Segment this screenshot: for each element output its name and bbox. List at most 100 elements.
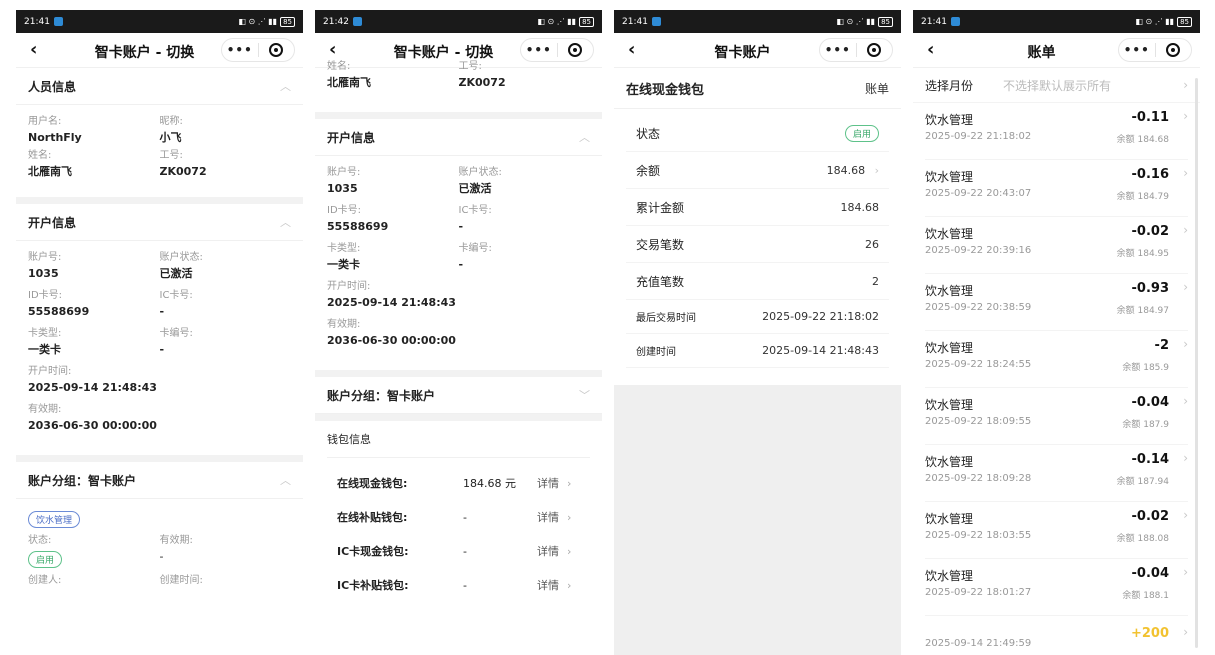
more-dots-icon[interactable]: ••• bbox=[222, 43, 258, 57]
bill-name: 饮水管理 bbox=[925, 227, 974, 241]
chevron-right-icon: › bbox=[1183, 280, 1188, 294]
section-account-group[interactable]: 账户分组：智卡账户 ﹀ bbox=[315, 377, 602, 414]
section-account-open-info[interactable]: 开户信息 ︿ bbox=[16, 204, 303, 241]
job-number-value: ZK0072 bbox=[458, 76, 506, 89]
status-time: 21:42 bbox=[323, 16, 349, 27]
close-target-button[interactable] bbox=[856, 43, 892, 57]
bill-balance: 余额 184.97 bbox=[1116, 306, 1169, 316]
field-label: ID卡号: bbox=[28, 290, 63, 301]
section-title: 账户分组：智卡账户 bbox=[28, 473, 137, 488]
stat-value: 2025-09-14 21:48:43 bbox=[762, 344, 879, 357]
close-target-button[interactable] bbox=[258, 43, 294, 57]
open-time-value: 2025-09-14 21:48:43 bbox=[327, 296, 456, 309]
bill-time: 2025-09-22 18:01:27 bbox=[925, 587, 1032, 598]
list-item[interactable]: 饮水管理 2025-09-22 18:24:55 -2 余额 185.9 › bbox=[925, 331, 1188, 388]
card-type-value: 一类卡 bbox=[28, 343, 61, 356]
close-target-button[interactable] bbox=[1155, 43, 1191, 57]
detail-link[interactable]: 详情 bbox=[537, 543, 559, 559]
list-item[interactable]: 饮水管理 2025-09-22 20:39:16 -0.02 余额 184.95 › bbox=[925, 217, 1188, 274]
more-dots-icon[interactable]: ••• bbox=[1119, 43, 1155, 57]
app-notification-icon bbox=[651, 17, 661, 26]
month-picker[interactable]: 选择月份 不选择默认展示所有 › bbox=[913, 68, 1200, 103]
chevron-up-icon: ︿ bbox=[280, 474, 291, 487]
field-label: 账户状态: bbox=[159, 252, 203, 263]
chevron-up-icon: ︿ bbox=[280, 216, 291, 229]
status-bar: 21:41 ◧ ⊙ ⋰ ▮▮ 85 bbox=[913, 10, 1200, 33]
field-label: 开户时间: bbox=[28, 366, 72, 377]
bill-amount: -0.93 bbox=[1131, 281, 1169, 296]
list-item[interactable]: 饮水管理 2025-09-22 18:09:55 -0.04 余额 187.9 › bbox=[925, 388, 1188, 445]
detail-link[interactable]: 详情 bbox=[537, 475, 559, 491]
wallet-value: - bbox=[463, 544, 467, 558]
mini-program-capsule: ••• bbox=[819, 38, 893, 62]
wallet-header: 在线现金钱包 账单 bbox=[614, 68, 901, 109]
bill-link[interactable]: 账单 bbox=[865, 80, 889, 97]
field-label: 账户状态: bbox=[458, 167, 502, 178]
bill-amount: -0.11 bbox=[1131, 110, 1169, 125]
month-placeholder: 不选择默认展示所有 bbox=[1003, 78, 1112, 93]
wallet-row[interactable]: 在线补贴钱包: - 详情 › bbox=[315, 500, 602, 534]
bill-balance: 余额 184.95 bbox=[1116, 249, 1169, 259]
stat-row[interactable]: 余额 184.68 › bbox=[626, 152, 889, 189]
stat-label: 余额 bbox=[636, 163, 661, 178]
chevron-right-icon: › bbox=[567, 544, 572, 558]
bill-balance: 余额 187.94 bbox=[1116, 477, 1169, 487]
name-value: 北雁南飞 bbox=[327, 76, 371, 89]
divider bbox=[16, 455, 303, 462]
chevron-right-icon: › bbox=[567, 476, 572, 490]
chevron-up-icon: ︿ bbox=[579, 131, 590, 144]
bill-balance: 余额 185.9 bbox=[1122, 363, 1169, 373]
list-item[interactable]: 饮水管理 2025-09-22 18:09:28 -0.14 余额 187.94 › bbox=[925, 445, 1188, 502]
list-item[interactable]: 饮水管理 2025-09-22 18:03:55 -0.02 余额 188.08 › bbox=[925, 502, 1188, 559]
signal-icon: ◧ ⊙ ⋰ ▮▮ bbox=[537, 17, 577, 26]
list-item[interactable]: 2025-09-14 21:49:59 +200 › bbox=[925, 616, 1188, 655]
chevron-right-icon: › bbox=[567, 578, 572, 592]
bill-time: 2025-09-22 20:43:07 bbox=[925, 188, 1032, 199]
section-account-open-info[interactable]: 开户信息 ︿ bbox=[315, 119, 602, 156]
target-circle-icon bbox=[867, 43, 882, 57]
nav-bar: ‹ 账单 ••• bbox=[913, 33, 1200, 68]
wallet-value: - bbox=[463, 578, 467, 592]
status-time: 21:41 bbox=[24, 16, 50, 27]
scrollbar[interactable] bbox=[1195, 78, 1198, 648]
field-label: IC卡号: bbox=[458, 205, 492, 216]
list-item[interactable]: 饮水管理 2025-09-22 20:43:07 -0.16 余额 184.79 › bbox=[925, 160, 1188, 217]
list-item[interactable]: 饮水管理 2025-09-22 18:01:27 -0.04 余额 188.1 › bbox=[925, 559, 1188, 616]
field-label: 账户号: bbox=[327, 167, 361, 178]
divider bbox=[315, 112, 602, 119]
phone-screen-bill-list: 21:41 ◧ ⊙ ⋰ ▮▮ 85 ‹ 账单 ••• 选择月份 不选择默认展示所有… bbox=[913, 10, 1200, 655]
bill-name: 饮水管理 bbox=[925, 284, 974, 298]
status-bar: 21:42 ◧ ⊙ ⋰ ▮▮ 85 bbox=[315, 10, 602, 33]
battery-icon: 85 bbox=[1177, 16, 1192, 27]
field-label: 创建时间: bbox=[159, 575, 203, 586]
signal-icon: ◧ ⊙ ⋰ ▮▮ bbox=[1135, 17, 1175, 26]
stat-value: 184.68 bbox=[826, 163, 866, 177]
detail-link[interactable]: 详情 bbox=[537, 509, 559, 525]
more-dots-icon[interactable]: ••• bbox=[521, 43, 557, 57]
section-title: 开户信息 bbox=[327, 130, 376, 145]
stat-value: 26 bbox=[865, 237, 879, 251]
close-target-button[interactable] bbox=[557, 43, 593, 57]
field-label: 姓名: bbox=[28, 150, 52, 161]
wallet-row[interactable]: IC卡补贴钱包: - 详情 › bbox=[315, 568, 602, 602]
field-label: 卡编号: bbox=[458, 243, 492, 254]
list-item[interactable]: 饮水管理 2025-09-22 20:38:59 -0.93 余额 184.97 › bbox=[925, 274, 1188, 331]
stat-value: 2 bbox=[872, 274, 879, 288]
card-number-value: - bbox=[458, 258, 464, 271]
list-item[interactable]: 饮水管理 2025-09-22 21:18:02 -0.11 余额 184.68 › bbox=[925, 103, 1188, 160]
stat-value: 2025-09-22 21:18:02 bbox=[762, 310, 879, 323]
bill-time: 2025-09-14 21:49:59 bbox=[925, 638, 1032, 649]
wallet-row[interactable]: IC卡现金钱包: - 详情 › bbox=[315, 534, 602, 568]
section-account-group[interactable]: 账户分组：智卡账户 ︿ bbox=[16, 462, 303, 499]
section-title: 钱包信息 bbox=[327, 433, 371, 446]
stat-label: 最后交易时间 bbox=[636, 313, 696, 324]
wallet-row[interactable]: 在线现金钱包: 184.68 元 详情 › bbox=[315, 466, 602, 500]
detail-link[interactable]: 详情 bbox=[537, 577, 559, 593]
section-person-info[interactable]: 人员信息 ︿ bbox=[16, 68, 303, 105]
id-card-value: 55588699 bbox=[327, 220, 389, 233]
wallet-stats: 状态 启用 余额 184.68 › 累计金额 184.68 交易笔数 26 充值笔数 2 最后交易时… bbox=[614, 115, 901, 368]
bill-time: 2025-09-22 21:18:02 bbox=[925, 131, 1032, 142]
more-dots-icon[interactable]: ••• bbox=[820, 43, 856, 57]
wallet-label: 在线补贴钱包: bbox=[337, 511, 408, 524]
app-notification-icon bbox=[352, 17, 362, 26]
